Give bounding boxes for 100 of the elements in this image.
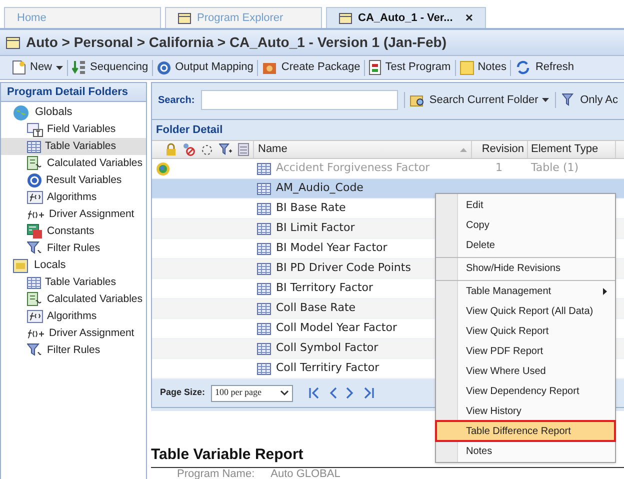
window-icon [6,36,20,48]
first-page-icon[interactable] [309,387,320,399]
menu-item[interactable]: View Quick Report (All Data) [436,301,615,321]
document-icon [238,143,249,156]
caret-icon [542,98,550,102]
table-icon [27,276,41,288]
search-label: Search: [158,94,195,108]
tree-item[interactable]: Driver Assignment [1,206,146,223]
folder-search-icon [410,94,426,106]
revision-cell-text: 1 [496,160,502,176]
tree-item[interactable]: Constants [1,223,146,240]
name-cell-text: Coll Base Rate [276,300,356,316]
menu-item[interactable]: Notes [436,441,615,461]
menu-item[interactable]: View PDF Report [436,341,615,361]
menu-item[interactable]: Table Difference Report [436,421,615,441]
toolbar-button[interactable]: Sequencing [70,58,150,78]
menu-item[interactable]: Delete [436,235,615,258]
calculator-icon [27,156,43,171]
folder-icon [13,258,28,272]
previous-page-icon[interactable] [329,387,338,399]
window-icon [178,12,191,24]
tree-item[interactable]: Calculated Variables [1,291,146,308]
new-document-icon [12,60,26,75]
tree-item[interactable]: Algorithms [1,308,146,325]
toolbar-button[interactable]: Output Mapping [155,58,256,78]
status-icon [156,162,170,176]
filter-icon [562,93,576,107]
tree-item[interactable]: Filter Rules [1,342,146,359]
package-icon [262,60,278,74]
cycle-icon [201,144,213,156]
menu-item[interactable]: View Where Used [436,361,615,381]
filter-icon [27,343,43,358]
tree-item[interactable]: Field Variables [1,121,146,138]
table-icon [257,282,271,294]
column-header[interactable]: Revision [471,141,527,158]
menu-item[interactable]: Table Management [436,281,615,301]
column-header[interactable]: Name [253,141,471,158]
constant-icon [27,224,43,239]
name-cell-text: BI Limit Factor [276,220,355,236]
table-icon [257,342,271,354]
sequence-icon [72,60,86,75]
refresh-icon [515,60,532,75]
tree-item[interactable]: Algorithms [1,189,146,206]
calculator-icon [27,292,43,307]
lock-icon [166,143,176,156]
field-icon [27,122,43,136]
menu-item[interactable]: Show/Hide Revisions [436,258,615,281]
scope-dropdown[interactable]: Search Current Folder [410,92,550,108]
next-page-icon[interactable] [346,387,354,399]
table-icon [257,362,271,374]
close-button[interactable]: × [465,8,473,28]
menu-item[interactable]: View Dependency Report [436,381,615,401]
table-icon [257,322,271,334]
name-cell-text: BI Base Rate [276,200,346,216]
menu-item[interactable]: View History [436,401,615,421]
table-icon [257,182,271,194]
last-page-icon[interactable] [363,387,374,399]
user-blocked-icon [182,143,195,156]
function-plus-icon [27,208,45,220]
toolbar-button[interactable]: Refresh [513,58,576,78]
note-icon [460,60,474,74]
field-label: Program Name: [177,468,255,479]
tree-item[interactable]: Filter Rules [1,240,146,257]
name-cell-text: BI PD Driver Code Points [276,260,411,276]
tree-item[interactable]: Globals [1,104,146,121]
chevron-down-icon [280,390,290,396]
menu-item[interactable]: View Quick Report [436,321,615,341]
window-icon [339,12,352,24]
name-cell-text: BI Model Year Factor [276,240,388,256]
table-icon [257,222,271,234]
sidebar-title: Program Detail Folders [1,83,146,102]
sort-icon [460,148,467,152]
toolbar-button[interactable]: Test Program [367,58,453,78]
tree-item[interactable]: Table Variables [1,274,146,291]
table-icon [257,202,271,214]
submenu-arrow-icon [603,288,607,294]
tree-item[interactable]: Locals [1,257,146,274]
table-icon [27,140,41,152]
result-icon [27,173,42,188]
tab[interactable]: CA_Auto_1 - Ver... × [326,7,486,28]
tree-item[interactable]: Result Variables [1,172,146,189]
tree-item[interactable]: Driver Assignment [1,325,146,342]
tree-item[interactable]: Calculated Variables [1,155,146,172]
tree-item[interactable]: Table Variables [1,138,146,155]
toolbar-button[interactable]: Create Package [260,58,362,78]
search-field[interactable] [200,90,398,110]
function-plus-icon [27,328,45,340]
function-icon [27,310,43,323]
column-header[interactable]: Element Type [527,141,615,158]
toolbar-button[interactable]: Notes [458,58,508,78]
filter-toggle[interactable]: Only Ac [562,92,618,108]
table-icon [257,302,271,314]
toolbar-button[interactable]: New [10,58,66,78]
table-icon [257,262,271,274]
name-cell-text: Coll Symbol Factor [276,340,378,356]
table-icon [257,242,271,254]
function-icon [27,191,43,204]
page-size-label: Page Size: [160,386,206,400]
caret-icon [56,66,64,70]
page-size-select[interactable]: 100 per page [211,384,294,402]
